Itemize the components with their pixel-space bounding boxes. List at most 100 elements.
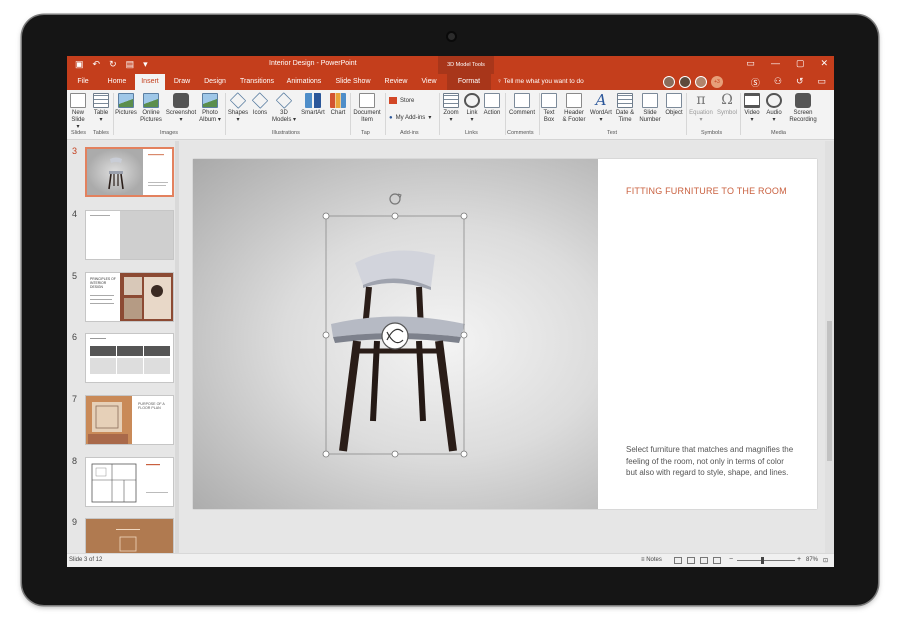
close-button[interactable]: ✕ (820, 58, 828, 69)
store-button[interactable]: Store (389, 97, 414, 104)
3d-rotate-control-icon[interactable] (381, 322, 409, 350)
tab-file[interactable]: File (71, 74, 95, 90)
slide-body-text[interactable]: Select furniture that matches and magnif… (626, 444, 796, 479)
tab-format[interactable]: Format (447, 74, 491, 90)
undo-icon[interactable]: ↶ (93, 59, 101, 70)
rotate-handle-icon[interactable] (389, 193, 402, 205)
symbol-button[interactable]: Ω Symbol (715, 93, 739, 117)
document-item-button[interactable]: Document Item (351, 93, 383, 124)
slide-sorter-icon[interactable] (687, 557, 695, 564)
share-icon[interactable]: ⚇ (774, 76, 782, 89)
slide-thumbnail-4[interactable] (85, 210, 174, 260)
my-addins-button[interactable]: ● My Add-ins ▾ (389, 114, 431, 122)
pictures-icon (118, 93, 134, 108)
slide-thumbnail-8[interactable] (85, 457, 174, 507)
tab-slide-show[interactable]: Slide Show (333, 74, 373, 90)
audio-button[interactable]: Audio ▾ (764, 93, 784, 124)
tab-review[interactable]: Review (381, 74, 411, 90)
chair-3d-model[interactable] (193, 159, 598, 509)
chair-thumbnail (87, 149, 168, 195)
slide-thumbnail-5[interactable]: PRINCIPLES OF INTERIOR DESIGN (85, 272, 174, 322)
avatar[interactable] (679, 76, 691, 88)
action-icon (484, 93, 500, 108)
zoom-slider[interactable] (737, 560, 795, 561)
smartart-button[interactable]: SmartArt (299, 93, 327, 117)
tab-design[interactable]: Design (200, 74, 230, 90)
comments-icon[interactable]: ▭ (817, 76, 826, 89)
table-button[interactable]: Table ▾ (91, 93, 111, 124)
thumbnail-scrollbar[interactable] (175, 141, 179, 553)
zoom-slider-knob[interactable] (761, 557, 764, 564)
more-coauthors-badge[interactable]: +3 (711, 76, 723, 88)
notes-button[interactable]: ≡ Notes (641, 557, 662, 563)
date-time-button[interactable]: Date & Time (614, 93, 636, 124)
normal-view-icon[interactable] (674, 557, 682, 564)
thumbnail-graphic (86, 211, 173, 259)
wordart-button[interactable]: A WordArt ▾ (588, 93, 614, 124)
tab-transitions[interactable]: Transitions (237, 74, 277, 90)
context-tools-title: 3D Model Tools (438, 56, 494, 74)
maximize-button[interactable]: ▢ (796, 58, 805, 69)
link-button[interactable]: Link ▾ (463, 93, 481, 124)
redo-icon[interactable]: ↻ (109, 59, 117, 70)
video-button[interactable]: Video ▾ (742, 93, 762, 124)
slide-title[interactable]: FITTING FURNITURE TO THE ROOM (626, 186, 787, 196)
comment-button[interactable]: Comment (506, 93, 538, 117)
action-button[interactable]: Action (481, 93, 503, 117)
slide-thumbnail-9[interactable] (85, 518, 174, 553)
screenshot-button[interactable]: Screenshot ▾ (164, 93, 198, 124)
photo-album-icon (202, 93, 218, 108)
slide-number-button[interactable]: Slide Number (637, 93, 663, 124)
chart-button[interactable]: Chart (328, 93, 348, 117)
screen-recording-button[interactable]: Screen Recording (785, 93, 821, 124)
new-slide-button[interactable]: New Slide ▾ (69, 93, 87, 131)
slide-thumbnail-6[interactable] (85, 333, 174, 383)
slide-thumbnail-7[interactable]: PURPOSE OF A FLOOR PLAN (85, 395, 174, 445)
screen-recording-icon (795, 93, 811, 108)
tab-view[interactable]: View (417, 74, 441, 90)
slide-number: 8 (72, 456, 78, 466)
zoom-level[interactable]: 87% (806, 557, 818, 563)
object-button[interactable]: Object (663, 93, 685, 117)
3d-models-button[interactable]: 3D Models ▾ (270, 92, 298, 124)
pi-icon: π (696, 92, 706, 108)
online-pictures-button[interactable]: Online Pictures (139, 93, 163, 124)
tab-insert[interactable]: Insert (135, 74, 165, 90)
fit-slide-icon[interactable]: ⊡ (823, 557, 828, 564)
header-footer-button[interactable]: Header & Footer (560, 93, 588, 124)
ribbon-display-icon[interactable]: ▭ (746, 58, 755, 69)
addins-icon: ● (389, 114, 393, 121)
floor-plan-graphic (91, 463, 168, 503)
tab-draw[interactable]: Draw (170, 74, 194, 90)
slide-scrollbar[interactable] (825, 141, 834, 553)
omega-icon: Ω (721, 92, 733, 108)
pictures-button[interactable]: Pictures (114, 93, 138, 117)
tab-home[interactable]: Home (103, 74, 131, 90)
icons-button[interactable]: Icons (250, 92, 270, 117)
slideshow-icon[interactable] (713, 557, 721, 564)
tell-me-search[interactable]: ♀ Tell me what you want to do (497, 74, 584, 90)
zoom-out-button[interactable]: − (729, 556, 733, 563)
customize-qat-icon[interactable]: ▾ (143, 59, 148, 70)
shapes-button[interactable]: Shapes ▾ (226, 92, 250, 124)
skype-icon[interactable]: Ⓢ (751, 76, 760, 89)
equation-button[interactable]: π Equation ▾ (687, 93, 715, 124)
save-icon[interactable]: ▣ (75, 59, 84, 70)
zoom-button[interactable]: Zoom ▾ (440, 93, 462, 124)
photo-album-button[interactable]: Photo Album ▾ (198, 93, 222, 124)
text-box-button[interactable]: Text Box (540, 93, 558, 124)
group-label-comments: Comments (507, 130, 534, 136)
scrollbar-thumb[interactable] (827, 321, 832, 461)
zoom-in-button[interactable]: + (797, 556, 801, 563)
view-buttons (674, 557, 721, 564)
slide-thumbnail-3[interactable] (85, 147, 174, 197)
thumbnail-title: PURPOSE OF A FLOOR PLAN (138, 402, 165, 411)
minimize-button[interactable]: — (771, 58, 780, 69)
tab-animations[interactable]: Animations (283, 74, 325, 90)
present-icon[interactable]: ▤ (126, 59, 135, 70)
slide-canvas[interactable]: FITTING FURNITURE TO THE ROOM Select fur… (193, 159, 817, 509)
avatar[interactable] (695, 76, 707, 88)
history-icon[interactable]: ↺ (796, 76, 804, 89)
reading-view-icon[interactable] (700, 557, 708, 564)
avatar[interactable] (663, 76, 675, 88)
